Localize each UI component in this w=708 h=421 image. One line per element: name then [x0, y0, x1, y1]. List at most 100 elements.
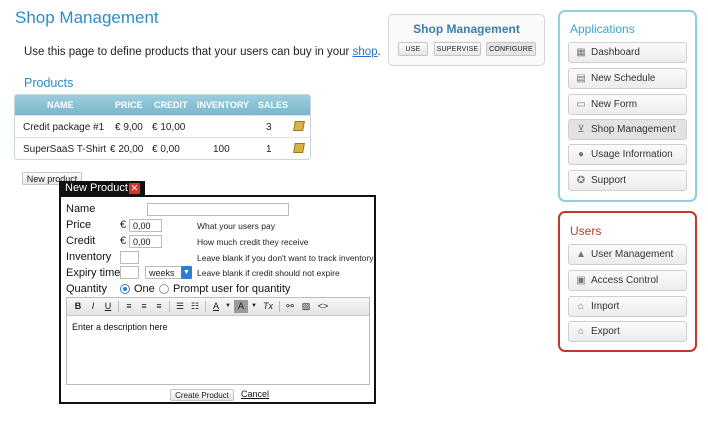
align-center-icon[interactable]: ≡ — [137, 300, 151, 313]
sidebar-item-label: Dashboard — [591, 47, 640, 58]
name-input[interactable] — [147, 203, 289, 216]
bold-button[interactable]: B — [71, 300, 85, 313]
sidebar-item-label: Shop Management — [591, 124, 676, 135]
sidebar-item-label: New Form — [591, 99, 638, 110]
underline-button[interactable]: U — [101, 300, 115, 313]
sidebar-item-export[interactable]: ⌂ Export — [568, 321, 687, 342]
sidebar-item-dashboard[interactable]: ▦ Dashboard — [568, 42, 687, 63]
price-label: Price — [66, 219, 92, 231]
numbered-list-icon[interactable]: ☷ — [188, 300, 202, 313]
edit-icon[interactable] — [293, 121, 305, 131]
link-icon[interactable]: ⚯ — [283, 300, 297, 313]
description-editor[interactable]: B I U ≡ ≡ ≡ ☰ ☷ A ▼ A ▼ Tx ⚯ ▨ <> Enter … — [66, 297, 370, 385]
create-product-button[interactable]: Create Product — [170, 389, 234, 401]
cell-name: SuperSaaS T-Shirt — [23, 144, 107, 155]
sidebar-item-label: Access Control — [591, 275, 659, 286]
expiry-hint: Leave blank if credit should not expire — [197, 268, 340, 278]
sidebar-item-usage-information[interactable]: ● Usage Information — [568, 144, 687, 165]
expiry-label: Expiry time — [66, 267, 121, 279]
shop-link[interactable]: shop — [353, 46, 378, 58]
name-label: Name — [66, 203, 96, 215]
modal-title: New Product — [65, 182, 128, 194]
calendar-icon: ▤ — [576, 73, 586, 84]
cell-sales: 1 — [266, 144, 272, 155]
col-sales: SALES — [258, 100, 289, 110]
dashboard-icon: ▦ — [576, 47, 586, 58]
cell-name: Credit package #1 — [23, 122, 105, 133]
modal-header: New Product ✕ — [59, 181, 145, 196]
edit-icon[interactable] — [293, 143, 305, 153]
align-right-icon[interactable]: ≡ — [152, 300, 166, 313]
shop-mode-box: Shop Management USE SUPERVISE CONFIGURE — [388, 14, 545, 66]
table-row[interactable]: Credit package #1 € 9,00 € 10,00 3 — [15, 115, 310, 137]
clear-format-button[interactable]: Tx — [261, 300, 275, 313]
sidebar-item-label: Export — [591, 326, 620, 337]
intro-period: . — [377, 46, 381, 58]
source-button[interactable]: <> — [316, 300, 330, 313]
credit-hint: How much credit they receive — [197, 237, 309, 247]
supervise-button[interactable]: SUPERVISE — [434, 42, 481, 56]
cell-price: € 20,00 — [110, 144, 144, 155]
expiry-input[interactable] — [120, 266, 139, 279]
cell-credit: € 0,00 — [152, 144, 180, 155]
products-section-title: Products — [24, 76, 74, 90]
price-input[interactable]: 0,00 — [129, 219, 162, 232]
price-hint: What your users pay — [197, 221, 275, 231]
sidebar-item-import[interactable]: ⌂ Import — [568, 296, 687, 317]
credit-input[interactable]: 0,00 — [129, 235, 162, 248]
form-icon: ▭ — [576, 99, 586, 110]
intro-text: Use this page to define products that yo… — [24, 46, 381, 58]
background-color-button[interactable]: A — [234, 300, 248, 313]
quantity-prompt-label: Prompt user for quantity — [173, 283, 291, 295]
use-button[interactable]: USE — [398, 42, 428, 56]
new-product-dialog: Name Price € 0,00 What your users pay Cr… — [59, 195, 376, 404]
shop-mode-title: Shop Management — [413, 22, 520, 36]
table-header: NAME PRICE CREDIT INVENTORY SALES — [15, 95, 310, 115]
quantity-label: Quantity — [66, 283, 107, 295]
applications-title: Applications — [570, 22, 635, 36]
align-left-icon[interactable]: ≡ — [122, 300, 136, 313]
sidebar-item-label: Support — [591, 175, 627, 186]
sidebar-item-label: Usage Information — [591, 149, 673, 160]
editor-toolbar: B I U ≡ ≡ ≡ ☰ ☷ A ▼ A ▼ Tx ⚯ ▨ <> — [67, 298, 369, 316]
quantity-prompt-radio[interactable] — [159, 284, 169, 294]
italic-button[interactable]: I — [86, 300, 100, 313]
cell-inventory: 100 — [213, 144, 230, 155]
cancel-link[interactable]: Cancel — [241, 389, 269, 399]
chevron-down-icon[interactable]: ▼ — [221, 300, 235, 313]
inventory-input[interactable] — [120, 251, 139, 264]
col-name: NAME — [47, 100, 74, 110]
user-icon: ▲ — [576, 249, 586, 260]
table-row[interactable]: SuperSaaS T-Shirt € 20,00 € 0,00 100 1 — [15, 137, 310, 159]
import-icon: ⌂ — [577, 301, 585, 312]
sidebar-item-access-control[interactable]: ▣ Access Control — [568, 270, 687, 291]
configure-button[interactable]: CONFIGURE — [486, 42, 536, 56]
col-inventory: INVENTORY — [197, 100, 250, 110]
sidebar-item-new-form[interactable]: ▭ New Form — [568, 94, 687, 115]
sidebar-item-label: User Management — [591, 249, 674, 260]
sidebar-item-label: Import — [591, 301, 620, 312]
chevron-down-icon[interactable]: ▼ — [247, 300, 261, 313]
sidebar-item-label: New Schedule — [591, 73, 656, 84]
sidebar-item-shop-management[interactable]: ⊻ Shop Management — [568, 119, 687, 140]
support-icon: ✪ — [576, 175, 586, 186]
toolbar-separator — [169, 301, 170, 312]
inventory-label: Inventory — [66, 251, 112, 263]
expiry-unit-select[interactable]: weeks ▼ — [145, 266, 192, 279]
cell-sales: 3 — [266, 122, 272, 133]
close-icon[interactable]: ✕ — [129, 183, 140, 194]
toolbar-separator — [279, 301, 280, 312]
quantity-one-radio[interactable] — [120, 284, 130, 294]
lock-icon: ▣ — [576, 275, 586, 286]
chevron-down-icon: ▼ — [181, 266, 192, 279]
cart-icon: ⊻ — [577, 124, 585, 135]
quantity-one-label: One — [134, 283, 155, 295]
toolbar-separator — [118, 301, 119, 312]
sidebar-item-new-schedule[interactable]: ▤ New Schedule — [568, 68, 687, 89]
sidebar-item-user-management[interactable]: ▲ User Management — [568, 244, 687, 265]
sidebar-item-support[interactable]: ✪ Support — [568, 170, 687, 191]
bulleted-list-icon[interactable]: ☰ — [173, 300, 187, 313]
cell-price: € 9,00 — [115, 122, 143, 133]
editor-content[interactable]: Enter a description here — [72, 322, 168, 332]
image-icon[interactable]: ▨ — [299, 300, 313, 313]
